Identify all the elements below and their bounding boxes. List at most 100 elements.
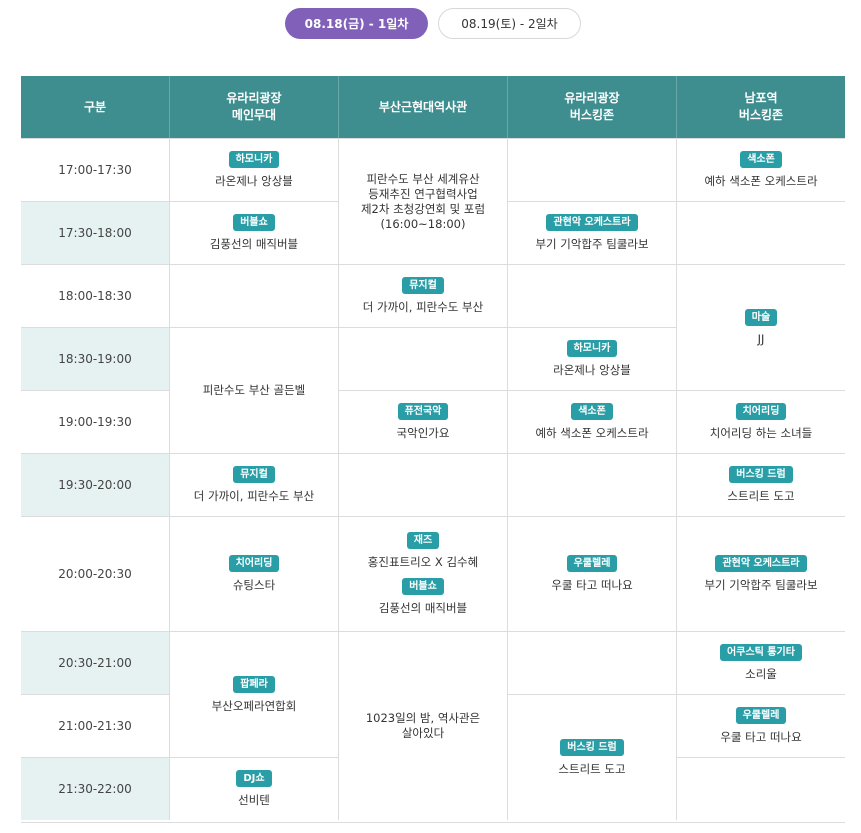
header-sublabel: 버스킹존 [738, 108, 784, 122]
event-cell: 퓨전국악 국악인가요 [338, 390, 507, 453]
genre-badge: DJ쇼 [236, 770, 272, 787]
event-cell: 우쿨렐레 우쿨 타고 떠나요 [676, 694, 845, 757]
event-title: 예하 색소폰 오케스트라 [704, 174, 818, 188]
header-nampo-busking: 남포역버스킹존 [676, 76, 845, 138]
event-title: 더 가까이, 피란수도 부산 [362, 300, 484, 314]
event-cell: 피란수도 부산 골든벨 [169, 327, 338, 453]
genre-badge: 재즈 [406, 532, 440, 549]
event-title: 김풍선의 매직버블 [378, 601, 468, 615]
empty-cell [507, 264, 676, 327]
event-title: 스트리트 도고 [727, 489, 795, 503]
event-cell: 버블쇼 김풍선의 매직버블 [169, 201, 338, 264]
empty-cell [507, 138, 676, 201]
header-label: 구분 [83, 99, 107, 114]
genre-badge: 뮤지컬 [233, 466, 275, 483]
genre-badge: 색소폰 [571, 403, 613, 420]
genre-badge: 퓨전국악 [397, 403, 449, 420]
header-main-stage: 유라리광장 메인무대 [169, 76, 338, 138]
event-cell: DJ쇼 선비텐 [169, 757, 338, 820]
event-title: 제2차 초청강연회 및 포럼 [360, 201, 486, 216]
event-title: 치어리딩 하는 소녀들 [709, 426, 813, 440]
event-cell: 어쿠스틱 통기타 소리울 [676, 631, 845, 694]
event-cell: 마술 JJ [676, 264, 845, 390]
event-title: 살아있다 [401, 726, 445, 740]
event-title: 부기 기악합주 팀쿨라보 [704, 578, 818, 592]
time-cell: 19:30-20:00 [21, 453, 169, 516]
time-cell: 21:30-22:00 [21, 757, 169, 820]
event-cell: 우쿨렐레 우쿨 타고 떠나요 [507, 516, 676, 631]
time-cell: 19:00-19:30 [21, 390, 169, 453]
time-cell: 17:30-18:00 [21, 201, 169, 264]
event-cell: 팝페라 부산오페라연합회 [169, 631, 338, 757]
event-title: 국악인가요 [396, 426, 450, 440]
event-title: 소리울 [745, 667, 777, 681]
event-title: 우쿨 타고 떠나요 [551, 578, 633, 592]
tab-day-1[interactable]: 08.18(금) - 1일차 [285, 8, 428, 39]
event-title: 피란수도 부산 골든벨 [202, 383, 306, 397]
event-title: 김풍선의 매직버블 [209, 237, 299, 251]
header-history-museum: 부산근현대역사관 [338, 76, 507, 138]
event-title: 1023일의 밤, 역사관은 [365, 711, 481, 725]
event-title: 선비텐 [238, 793, 270, 807]
event-title: 예하 색소폰 오케스트라 [535, 426, 649, 440]
empty-cell [338, 327, 507, 390]
event-title: 부기 기악합주 팀쿨라보 [535, 237, 649, 251]
genre-badge: 관현악 오케스트라 [715, 555, 807, 572]
event-title: 스트리트 도고 [558, 761, 626, 776]
event-cell: 색소폰 예하 색소폰 오케스트라 [507, 390, 676, 453]
event-title: 등재추진 연구협력사업 [368, 186, 478, 201]
event-cell: 뮤지컬 더 가까이, 피란수도 부산 [338, 264, 507, 327]
empty-cell [676, 757, 845, 820]
event-title: 슈팅스타 [232, 578, 276, 592]
genre-badge: 어쿠스틱 통기타 [720, 644, 802, 661]
empty-cell [338, 453, 507, 516]
genre-badge: 관현악 오케스트라 [546, 214, 638, 231]
day-tabs: 08.18(금) - 1일차 08.19(토) - 2일차 [0, 8, 861, 39]
genre-badge: 버스킹 드럼 [560, 738, 624, 756]
header-busking-zone: 유라리광장 버스킹존 [507, 76, 676, 138]
event-title: 홍진표트리오 X 김수혜 [367, 555, 479, 569]
empty-cell [676, 201, 845, 264]
genre-badge: 하모니카 [566, 340, 618, 357]
event-cell: 관현악 오케스트라 부기 기악합주 팀쿨라보 [676, 516, 845, 631]
genre-badge: 뮤지컬 [402, 277, 444, 294]
event-cell: 재즈 홍진표트리오 X 김수혜 버블쇼 김풍선의 매직버블 [338, 516, 507, 631]
genre-badge: 우쿨렐레 [735, 707, 787, 724]
header-label: 부산근현대역사관 [378, 99, 468, 114]
genre-badge: 치어리딩 [228, 555, 280, 572]
time-cell: 20:00-20:30 [21, 516, 169, 631]
genre-badge: 버블쇼 [402, 578, 444, 595]
header-label: 남포역 [744, 91, 778, 105]
event-title: 더 가까이, 피란수도 부산 [193, 489, 315, 503]
header-label: 유라리광장 [564, 91, 620, 105]
time-cell: 21:00-21:30 [21, 694, 169, 757]
genre-badge: 팝페라 [233, 675, 275, 693]
event-cell: 하모니카 라온제나 앙상블 [169, 138, 338, 201]
event-title: 부산오페라연합회 [211, 698, 297, 713]
schedule-table: 구분 유라리광장 메인무대 부산근현대역사관 유라리광장 버스킹존 남포역 버스킹존 … [21, 76, 845, 823]
event-cell: 버스킹 드럼 스트리트 도고 [507, 694, 676, 820]
event-cell: 치어리딩 치어리딩 하는 소녀들 [676, 390, 845, 453]
genre-badge: 치어리딩 [735, 403, 787, 420]
event-time-note: (16:00~18:00) [380, 216, 466, 231]
header-label: 유라리광장 [226, 91, 282, 105]
genre-badge: 색소폰 [740, 151, 782, 168]
time-cell: 20:30-21:00 [21, 631, 169, 694]
genre-badge: 버스킹 드럼 [729, 466, 793, 483]
tab-day-2[interactable]: 08.19(토) - 2일차 [438, 8, 581, 39]
time-cell: 18:30-19:00 [21, 327, 169, 390]
genre-badge: 우쿨렐레 [566, 555, 618, 572]
event-cell: 버스킹 드럼 스트리트 도고 [676, 453, 845, 516]
event-cell: 색소폰 예하 색소폰 오케스트라 [676, 138, 845, 201]
event-cell: 치어리딩 슈팅스타 [169, 516, 338, 631]
empty-cell [507, 631, 676, 694]
event-title: 우쿨 타고 떠나요 [720, 730, 802, 744]
time-cell: 18:00-18:30 [21, 264, 169, 327]
event-title: JJ [757, 331, 765, 346]
event-cell: 하모니카 라온제나 앙상블 [507, 327, 676, 390]
empty-cell [507, 453, 676, 516]
event-cell: 1023일의 밤, 역사관은 살아있다 [338, 631, 507, 820]
empty-cell [169, 264, 338, 327]
genre-badge: 마술 [744, 308, 778, 326]
genre-badge: 버블쇼 [233, 214, 275, 231]
